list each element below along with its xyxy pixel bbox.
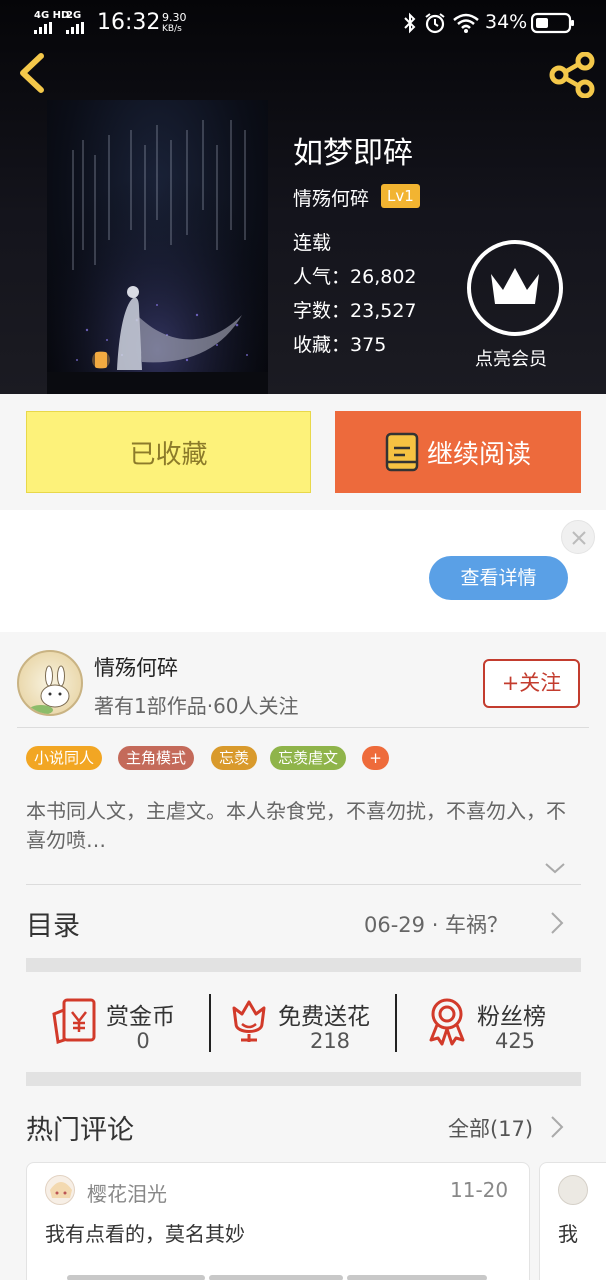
comment-card-next[interactable]: 我 xyxy=(539,1162,606,1280)
share-icon[interactable] xyxy=(548,52,598,98)
hot-comments-title: 热门评论 xyxy=(26,1115,134,1146)
tag-3[interactable]: 忘羡虐文 xyxy=(270,746,347,770)
member-label[interactable]: 点亮会员 xyxy=(475,345,547,371)
continue-reading-button[interactable]: 继续阅读 xyxy=(335,411,581,493)
commenter-avatar[interactable] xyxy=(558,1175,588,1205)
commenter-avatar[interactable] xyxy=(45,1175,75,1205)
back-icon[interactable] xyxy=(14,50,50,96)
book-icon xyxy=(385,432,419,472)
anime-avatar-icon xyxy=(50,1182,72,1198)
word-count-value: 23,527 xyxy=(350,300,417,322)
reward-coins-label[interactable]: 赏金币 xyxy=(106,997,175,1031)
popularity-value: 26,802 xyxy=(350,266,417,288)
send-flowers-label[interactable]: 免费送花 xyxy=(278,997,370,1031)
section-separator-1 xyxy=(26,958,581,972)
book-author[interactable]: 情殇何碎 xyxy=(293,184,369,211)
summary-divider xyxy=(26,884,581,885)
signal-icon xyxy=(34,22,52,34)
comment-date: 11-20 xyxy=(450,1178,509,1202)
ad-details-button[interactable]: 查看详情 xyxy=(429,556,568,600)
network-type-2: 2G xyxy=(66,10,82,21)
comment-text: 我 xyxy=(558,1222,578,1246)
send-flowers-button[interactable] xyxy=(228,996,270,1046)
continue-reading-label: 继续阅读 xyxy=(426,439,531,470)
clock: 16:32 xyxy=(97,10,161,35)
tag-2[interactable]: 忘羡 xyxy=(211,746,258,770)
author-name[interactable]: 情殇何碎 xyxy=(94,652,178,682)
book-detail-page: 4G HD 2G 16:32 9.30 KB/s 34% 如梦即碎 情殇何碎 L… xyxy=(0,0,606,1280)
wifi-icon xyxy=(453,13,479,33)
reward-coins-button[interactable] xyxy=(50,996,100,1046)
chevron-right-icon[interactable] xyxy=(548,910,566,936)
comment-image-strip xyxy=(209,1275,343,1280)
catalog-latest-chapter[interactable]: 06-29 · 车祸？ xyxy=(364,909,508,939)
follow-button[interactable]: +关注 xyxy=(483,659,580,708)
tag-1[interactable]: 主角模式 xyxy=(118,746,195,770)
section-separator-2 xyxy=(26,1072,581,1086)
collected-label: 已收藏 xyxy=(129,439,208,470)
fan-ranking-value: 425 xyxy=(494,1029,536,1053)
book-summary[interactable]: 本书同人文，主虐文。本人杂食党，不喜勿扰，不喜勿入，不喜勿喷… xyxy=(26,797,580,855)
crown-icon xyxy=(491,268,539,304)
comment-image-strip xyxy=(67,1275,205,1280)
popularity-row: 人气：26,802 xyxy=(293,262,417,289)
author-meta: 著有1部作品·60人关注 xyxy=(94,694,299,718)
battery-percent: 34% xyxy=(485,11,528,33)
popularity-label: 人气： xyxy=(293,266,351,288)
stat-divider-1 xyxy=(209,994,211,1052)
cover-artwork xyxy=(47,100,268,394)
comment-card[interactable]: 樱花泪光 11-20 我有点看的，莫名其妙 xyxy=(26,1162,530,1280)
ad-banner: 查看详情 xyxy=(0,510,606,632)
expand-chevron-icon[interactable] xyxy=(543,860,567,876)
rabbit-avatar-icon xyxy=(29,665,70,714)
all-comments-link[interactable]: 全部(17) xyxy=(448,1113,533,1143)
book-cover[interactable] xyxy=(47,100,268,394)
tag-0[interactable]: 小说同人 xyxy=(26,746,103,770)
comment-text: 我有点看的，莫名其妙 xyxy=(45,1222,245,1246)
commenter-name[interactable]: 樱花泪光 xyxy=(87,1178,167,1207)
chevron-right-icon[interactable] xyxy=(548,1114,566,1140)
alarm-icon xyxy=(425,13,445,34)
book-header: 4G HD 2G 16:32 9.30 KB/s 34% 如梦即碎 情殇何碎 L… xyxy=(0,0,606,394)
book-status: 连载 xyxy=(293,232,332,254)
collected-button[interactable]: 已收藏 xyxy=(26,411,311,493)
book-title: 如梦即碎 xyxy=(293,136,413,171)
author-avatar[interactable] xyxy=(17,650,83,716)
signal-icon-2 xyxy=(66,22,84,34)
fan-ranking-button[interactable] xyxy=(426,996,468,1046)
medal-icon xyxy=(429,998,465,1046)
action-bar: 已收藏 继续阅读 xyxy=(0,394,606,510)
network-type-1: 4G HD xyxy=(34,10,70,21)
member-button[interactable] xyxy=(467,240,563,336)
bluetooth-icon xyxy=(404,12,416,34)
status-bar: 4G HD 2G 16:32 9.30 KB/s 34% xyxy=(0,0,606,48)
author-level-badge: Lv1 xyxy=(381,184,420,208)
add-tag-button[interactable]: + xyxy=(362,746,389,770)
comment-image-strip xyxy=(347,1275,487,1280)
stat-divider-2 xyxy=(395,994,397,1052)
word-count-label: 字数： xyxy=(293,300,351,322)
reward-coins-value: 0 xyxy=(136,1029,150,1053)
ad-close-button[interactable] xyxy=(561,520,595,554)
favorites-value: 375 xyxy=(350,334,387,356)
author-divider xyxy=(17,727,589,728)
word-count-row: 字数：23,527 xyxy=(293,296,417,323)
fan-ranking-label[interactable]: 粉丝榜 xyxy=(477,997,546,1031)
net-speed: 9.30 xyxy=(162,11,187,24)
flower-icon xyxy=(232,1000,266,1042)
close-icon xyxy=(572,531,586,545)
favorites-label: 收藏： xyxy=(293,334,351,356)
battery-icon xyxy=(531,12,574,34)
net-speed-unit: KB/s xyxy=(162,24,182,34)
red-envelope-yen-icon xyxy=(52,998,96,1044)
favorites-row: 收藏：375 xyxy=(293,330,386,357)
catalog-label[interactable]: 目录 xyxy=(26,904,80,943)
send-flowers-value: 218 xyxy=(309,1029,351,1053)
